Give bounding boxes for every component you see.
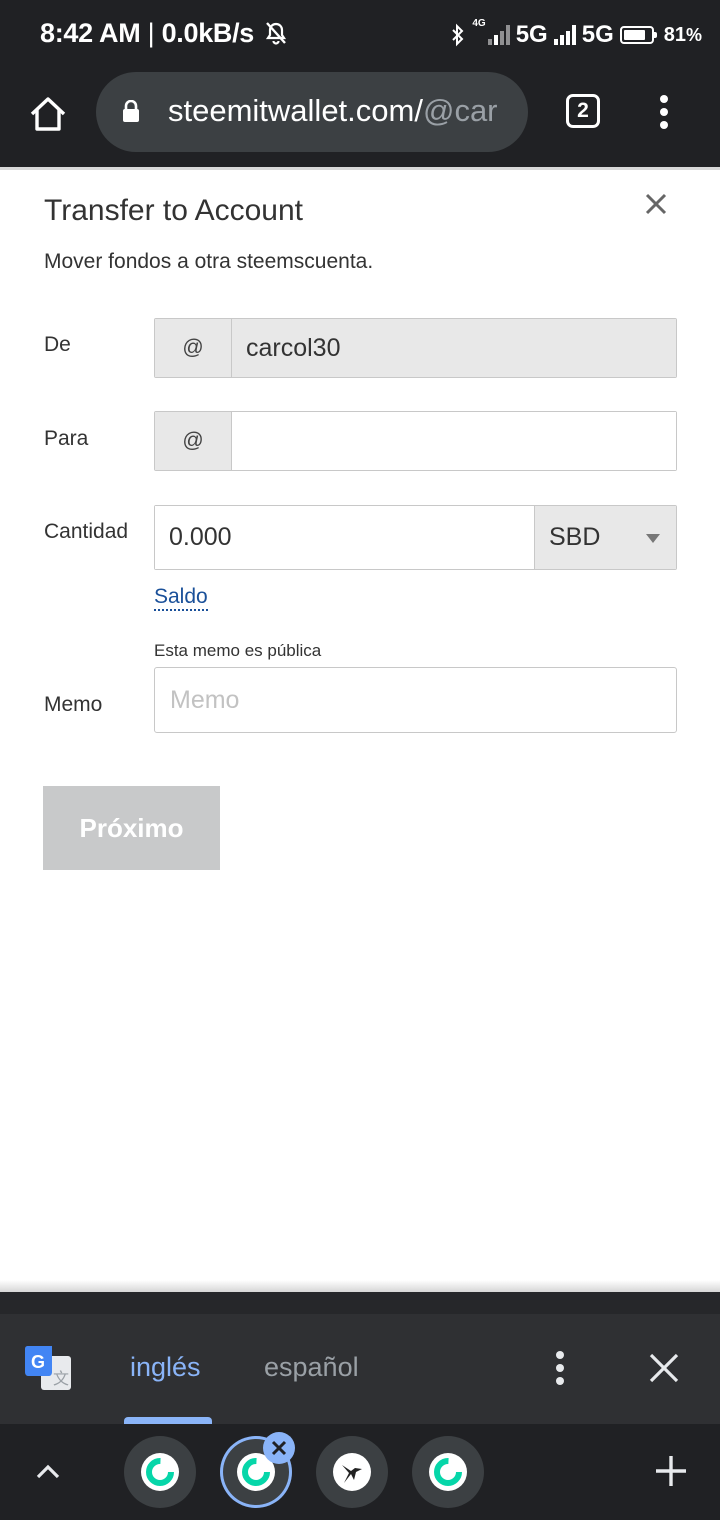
from-label: De (44, 333, 71, 356)
close-icon[interactable] (648, 1352, 680, 1384)
chevron-up-icon[interactable] (34, 1458, 62, 1486)
from-at-prefix: @ (155, 319, 232, 377)
steemit-icon (146, 1458, 174, 1486)
url-bar[interactable]: steemitwallet.com/@car (96, 72, 528, 152)
close-icon[interactable] (640, 188, 672, 220)
from-field-group: @ carcol30 (154, 318, 677, 378)
tab-thumbnail[interactable] (124, 1436, 196, 1508)
dialog-title: Transfer to Account (44, 194, 304, 227)
currency-select[interactable]: SBD (534, 506, 676, 569)
svg-text:G: G (31, 1352, 45, 1372)
to-label: Para (44, 427, 89, 450)
network-type-2: 5G (581, 21, 614, 48)
tab-switcher-button[interactable]: 2 (566, 94, 600, 128)
url-host: steemitwallet.com/ (168, 93, 423, 128)
next-button[interactable]: Próximo (43, 786, 220, 870)
network-type-1: 5G (515, 21, 548, 48)
memo-hint: Esta memo es pública (154, 641, 322, 660)
tab-count: 2 (577, 99, 589, 122)
balance-link[interactable]: Saldo (154, 585, 208, 611)
home-icon[interactable] (26, 92, 70, 136)
more-vert-icon[interactable] (552, 1350, 568, 1386)
signal-bars-icon (553, 25, 576, 45)
bluetooth-icon (452, 23, 464, 47)
clock: 8:42 AM (40, 18, 141, 48)
tab-thumbnail[interactable] (316, 1436, 388, 1508)
hummingbird-icon (342, 1465, 362, 1483)
tab-source-language[interactable]: inglés (130, 1352, 201, 1383)
more-vert-icon[interactable] (652, 94, 676, 130)
caret-down-icon (646, 534, 660, 543)
dialog-subtitle: Mover fondos a otra steemscuenta. (44, 250, 374, 273)
bell-off-icon (266, 22, 287, 45)
signal-bars-icon (487, 25, 510, 45)
steemit-icon (242, 1458, 270, 1486)
steemit-icon (434, 1458, 462, 1486)
network-speed: 0.0kB/s (161, 18, 255, 48)
close-icon (271, 1440, 287, 1456)
from-field: carcol30 (232, 319, 676, 377)
amount-field-group: 0.000 SBD (154, 505, 677, 570)
memo-label: Memo (44, 693, 103, 716)
currency-value: SBD (549, 523, 601, 551)
to-field-group: @ (154, 411, 677, 471)
lock-icon (123, 100, 139, 122)
battery-percent: 81 (663, 23, 686, 46)
status-icons: 4G 5G 5G 81% (450, 18, 702, 50)
to-at-prefix: @ (155, 412, 232, 470)
active-language-indicator (124, 1417, 212, 1424)
translate-bar-top (0, 1292, 720, 1314)
tab-thumbnail[interactable] (412, 1436, 484, 1508)
memo-input[interactable] (154, 667, 677, 733)
plus-icon[interactable] (654, 1454, 688, 1488)
status-time: 8:42 AM | 0.0kB/s (40, 18, 287, 49)
toolbar-divider (0, 167, 720, 170)
network-type-small: 4G (472, 18, 486, 29)
amount-field[interactable]: 0.000 (155, 506, 534, 569)
google-translate-icon: G 文 (25, 1346, 71, 1390)
amount-label: Cantidad (44, 520, 129, 543)
close-tab-button[interactable] (263, 1432, 295, 1464)
to-field[interactable] (232, 412, 676, 470)
tab-target-language[interactable]: español (264, 1352, 359, 1383)
url-text: steemitwallet.com/@car (168, 93, 498, 129)
url-path: @car (422, 93, 498, 128)
svg-text:文: 文 (53, 1370, 69, 1388)
battery-icon (619, 26, 657, 44)
